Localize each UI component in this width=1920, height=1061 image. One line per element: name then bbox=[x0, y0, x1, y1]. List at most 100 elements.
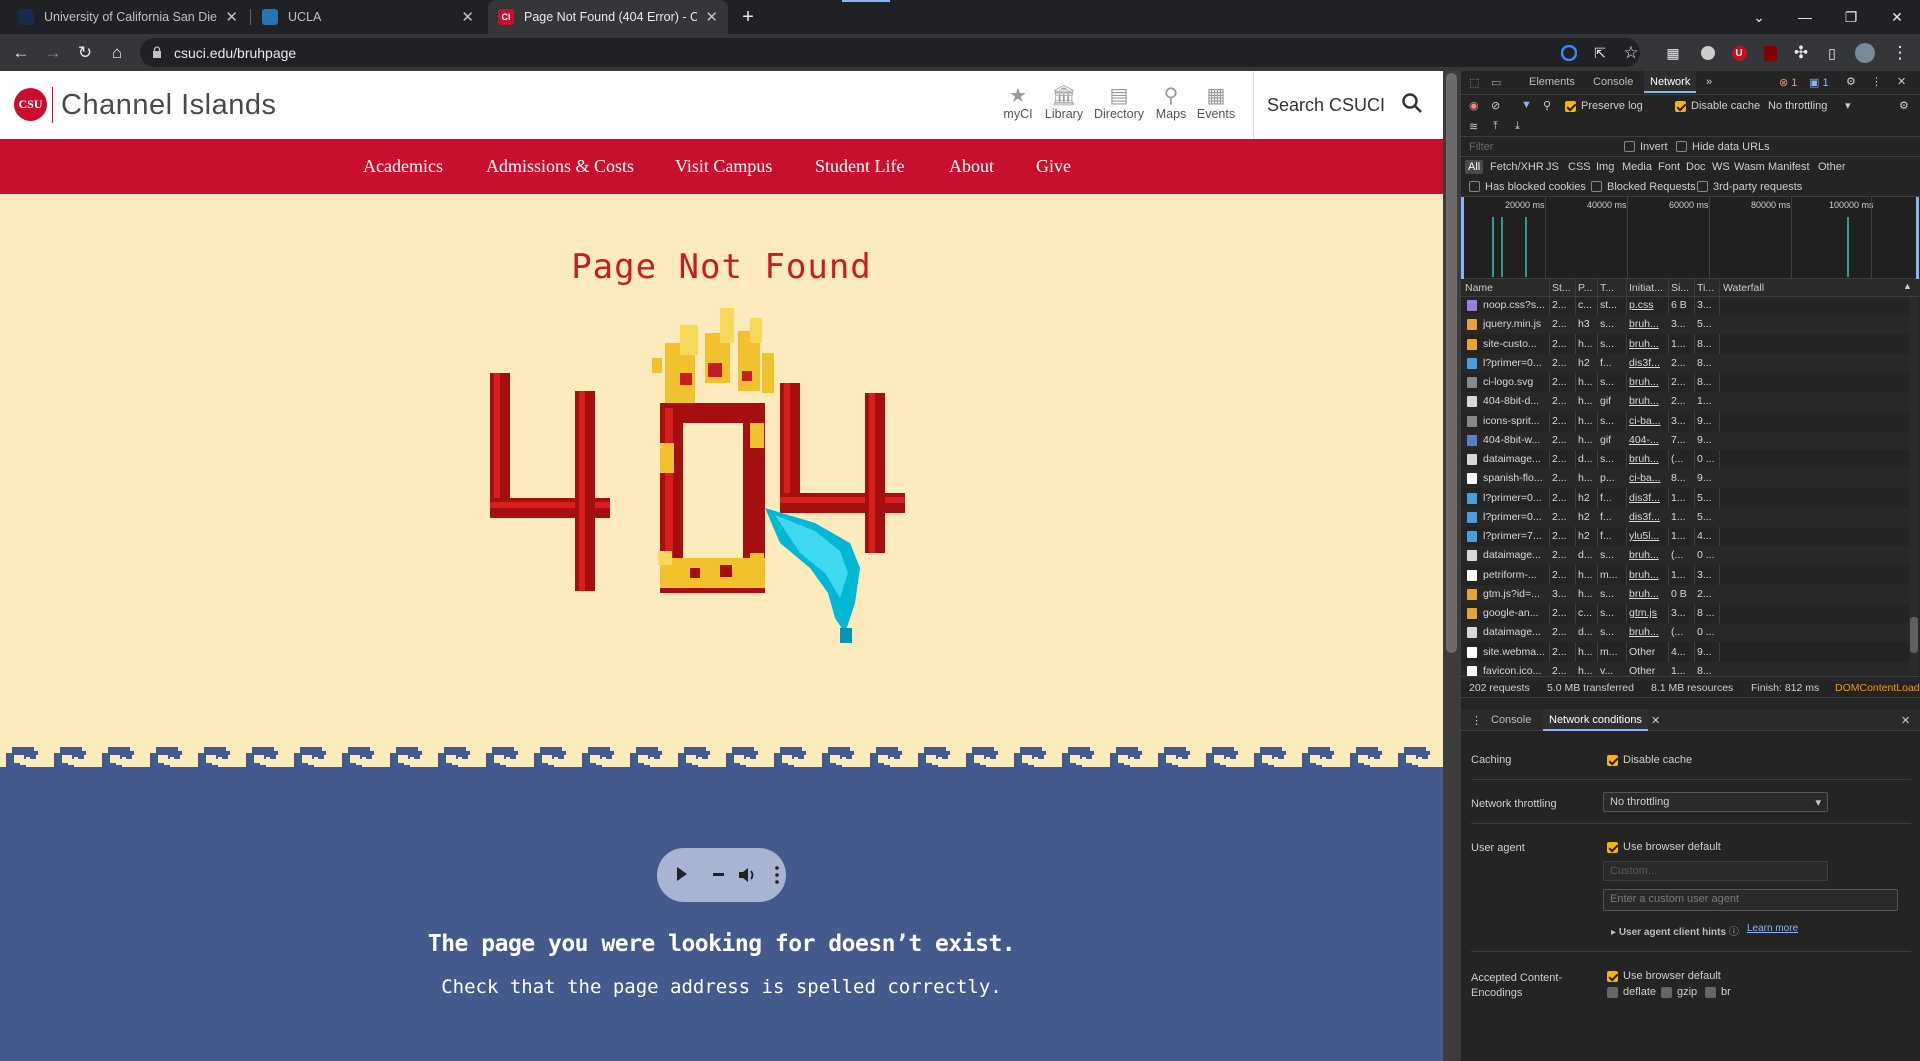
close-tab-icon[interactable]: ✕ bbox=[705, 8, 718, 26]
chevron-down-icon[interactable]: ▾ bbox=[1845, 99, 1851, 112]
request-initiator[interactable]: dis3f... bbox=[1629, 357, 1667, 369]
page-scrollbar[interactable] bbox=[1443, 71, 1460, 1061]
inspect-element-icon[interactable]: ⬚ bbox=[1469, 76, 1479, 89]
network-request-row[interactable]: ci-logo.svg 2... h... s... bruh... 2... 8... bbox=[1461, 373, 1917, 392]
export-har-icon[interactable]: ⤓ bbox=[1515, 120, 1520, 133]
network-request-row[interactable]: gtm.js?id=... 3... h... s... bruh... 0 B 2... bbox=[1461, 584, 1917, 604]
tab-ucla[interactable]: UCLA ✕ bbox=[252, 0, 484, 34]
column-initiator[interactable]: Initiat... bbox=[1629, 282, 1663, 294]
nav-visit-campus[interactable]: Visit Campus bbox=[675, 156, 772, 177]
csuci-logo-icon[interactable]: CSU bbox=[14, 88, 47, 121]
network-request-row[interactable]: petriform-... 2... h... m... bruh... 1... 3... bbox=[1461, 566, 1917, 585]
forward-icon[interactable]: → bbox=[41, 41, 65, 65]
nav-give[interactable]: Give bbox=[1036, 156, 1071, 177]
type-filter-img[interactable]: Img bbox=[1593, 160, 1617, 174]
close-tab-icon[interactable]: ✕ bbox=[461, 8, 474, 26]
preserve-log-checkbox[interactable] bbox=[1565, 101, 1576, 112]
nc-disable-cache-checkbox[interactable] bbox=[1607, 755, 1618, 766]
devtools-tab-console[interactable]: Console bbox=[1587, 71, 1639, 93]
utility-link-directory[interactable]: ▤ Directory bbox=[1089, 83, 1149, 121]
type-filter-fetch[interactable]: Fetch/XHR bbox=[1487, 160, 1547, 174]
gzip-checkbox[interactable] bbox=[1661, 987, 1672, 998]
network-request-row[interactable]: l?primer=7... 2... h2 f... ylu5l... 1... 4... bbox=[1461, 527, 1917, 546]
network-settings-icon[interactable]: ⚙ bbox=[1899, 99, 1909, 112]
type-filter-doc[interactable]: Doc bbox=[1683, 160, 1709, 174]
close-devtools-icon[interactable]: ✕ bbox=[1897, 75, 1906, 88]
more-options-icon[interactable] bbox=[775, 865, 779, 885]
back-icon[interactable]: ← bbox=[9, 41, 33, 65]
close-tab-icon[interactable]: ✕ bbox=[225, 8, 238, 26]
request-initiator[interactable]: gtm.js bbox=[1629, 607, 1667, 619]
extension-icon[interactable] bbox=[1696, 41, 1720, 65]
nav-student-life[interactable]: Student Life bbox=[815, 156, 904, 177]
import-har-icon[interactable]: ⤒ bbox=[1493, 120, 1498, 133]
lock-icon[interactable] bbox=[152, 46, 162, 58]
ua-browser-default-checkbox[interactable] bbox=[1607, 842, 1618, 853]
deflate-checkbox[interactable] bbox=[1607, 987, 1618, 998]
ublock-origin-icon[interactable] bbox=[1758, 41, 1782, 65]
restore-icon[interactable]: ❐ bbox=[1828, 0, 1874, 34]
home-icon[interactable]: ⌂ bbox=[105, 41, 129, 65]
network-request-row[interactable]: noop.css?s... 2... c... st... p.css 6 B 3... bbox=[1461, 296, 1917, 315]
request-initiator[interactable]: Other bbox=[1629, 665, 1667, 677]
network-request-row[interactable]: jquery.min.js 2... h3 s... bruh... 3... 5... bbox=[1461, 315, 1917, 335]
tab-search-icon[interactable]: ⌄ bbox=[1736, 0, 1782, 34]
custom-user-agent-input[interactable]: Enter a custom user agent bbox=[1603, 889, 1898, 911]
drawer-menu-icon[interactable]: ⋮ bbox=[1471, 714, 1482, 727]
request-initiator[interactable]: ylu5l... bbox=[1629, 530, 1667, 542]
timeline-handle[interactable] bbox=[1916, 197, 1919, 279]
request-initiator[interactable]: bruh... bbox=[1629, 395, 1667, 407]
request-initiator[interactable]: bruh... bbox=[1629, 318, 1667, 330]
menu-icon[interactable]: ⋮ bbox=[1888, 41, 1912, 65]
invert-checkbox[interactable] bbox=[1624, 141, 1635, 152]
ublock-icon[interactable]: U bbox=[1727, 41, 1751, 65]
type-filter-other[interactable]: Other bbox=[1815, 160, 1849, 174]
drawer-tab-network-conditions[interactable]: Network conditions bbox=[1543, 709, 1648, 731]
type-filter-wasm[interactable]: Wasm bbox=[1731, 160, 1768, 174]
search-icon[interactable]: ⚲ bbox=[1543, 99, 1551, 112]
request-initiator[interactable]: bruh... bbox=[1629, 626, 1667, 638]
type-filter-ws[interactable]: WS bbox=[1709, 160, 1733, 174]
request-initiator[interactable]: dis3f... bbox=[1629, 492, 1667, 504]
request-list-scroll-thumb[interactable] bbox=[1910, 617, 1918, 653]
learn-more-link[interactable]: Learn more bbox=[1747, 923, 1798, 934]
network-throttling-select[interactable]: No throttling ▾ bbox=[1603, 792, 1828, 812]
search-icon[interactable] bbox=[1400, 91, 1424, 115]
nav-academics[interactable]: Academics bbox=[363, 156, 443, 177]
drawer-tab-console[interactable]: Console bbox=[1485, 709, 1537, 731]
tab-ucsd[interactable]: University of California San Diego ✕ bbox=[8, 0, 248, 34]
request-initiator[interactable]: bruh... bbox=[1629, 588, 1667, 600]
devtools-menu-icon[interactable]: ⋮ bbox=[1871, 75, 1882, 88]
error-count-badge[interactable]: ⊗ 1 bbox=[1779, 76, 1797, 89]
close-drawer-tab-icon[interactable]: ✕ bbox=[1651, 714, 1660, 727]
request-initiator[interactable]: 404-... bbox=[1629, 434, 1667, 446]
network-request-row[interactable]: icons-sprit... 2... h... s... ci-ba... 3... 9.… bbox=[1461, 412, 1917, 431]
record-icon[interactable]: ◉ bbox=[1469, 99, 1479, 112]
request-initiator[interactable]: Other bbox=[1629, 646, 1667, 658]
message-count-badge[interactable]: ▣ 1 bbox=[1809, 76, 1829, 89]
hide-data-urls-checkbox[interactable] bbox=[1676, 141, 1687, 152]
column-size[interactable]: Si... bbox=[1671, 282, 1689, 294]
enc-browser-default-checkbox[interactable] bbox=[1607, 971, 1618, 982]
br-checkbox[interactable] bbox=[1705, 987, 1716, 998]
column-time[interactable]: Ti... bbox=[1697, 282, 1714, 294]
network-request-row[interactable]: dataimage... 2... d... s... bruh... (... 0 ... bbox=[1461, 450, 1917, 469]
clear-icon[interactable]: ⊘ bbox=[1491, 99, 1500, 112]
blocked-cookies-checkbox[interactable] bbox=[1469, 181, 1480, 192]
side-panel-icon[interactable]: ▯ bbox=[1820, 41, 1844, 65]
column-status[interactable]: St... bbox=[1552, 282, 1571, 294]
disable-cache-checkbox[interactable] bbox=[1675, 101, 1686, 112]
throttling-select[interactable]: No throttling bbox=[1768, 100, 1827, 112]
network-request-row[interactable]: l?primer=0... 2... h2 f... dis3f... 2... 8... bbox=[1461, 353, 1917, 373]
settings-gear-icon[interactable]: ⚙ bbox=[1846, 75, 1856, 88]
type-filter-all[interactable]: All bbox=[1465, 160, 1484, 174]
type-filter-media[interactable]: Media bbox=[1619, 160, 1655, 174]
third-party-checkbox[interactable] bbox=[1697, 181, 1708, 192]
utility-link-events[interactable]: ▦ Events bbox=[1186, 83, 1246, 121]
progress-bar[interactable] bbox=[713, 873, 724, 876]
request-initiator[interactable]: bruh... bbox=[1629, 569, 1667, 581]
scrollbar-thumb[interactable] bbox=[1446, 73, 1457, 653]
network-request-row[interactable]: 404-8bit-w... 2... h... gif 404-... 7... 9... bbox=[1461, 430, 1917, 450]
more-tabs-icon[interactable]: » bbox=[1706, 76, 1712, 88]
timeline-handle[interactable] bbox=[1461, 197, 1464, 279]
